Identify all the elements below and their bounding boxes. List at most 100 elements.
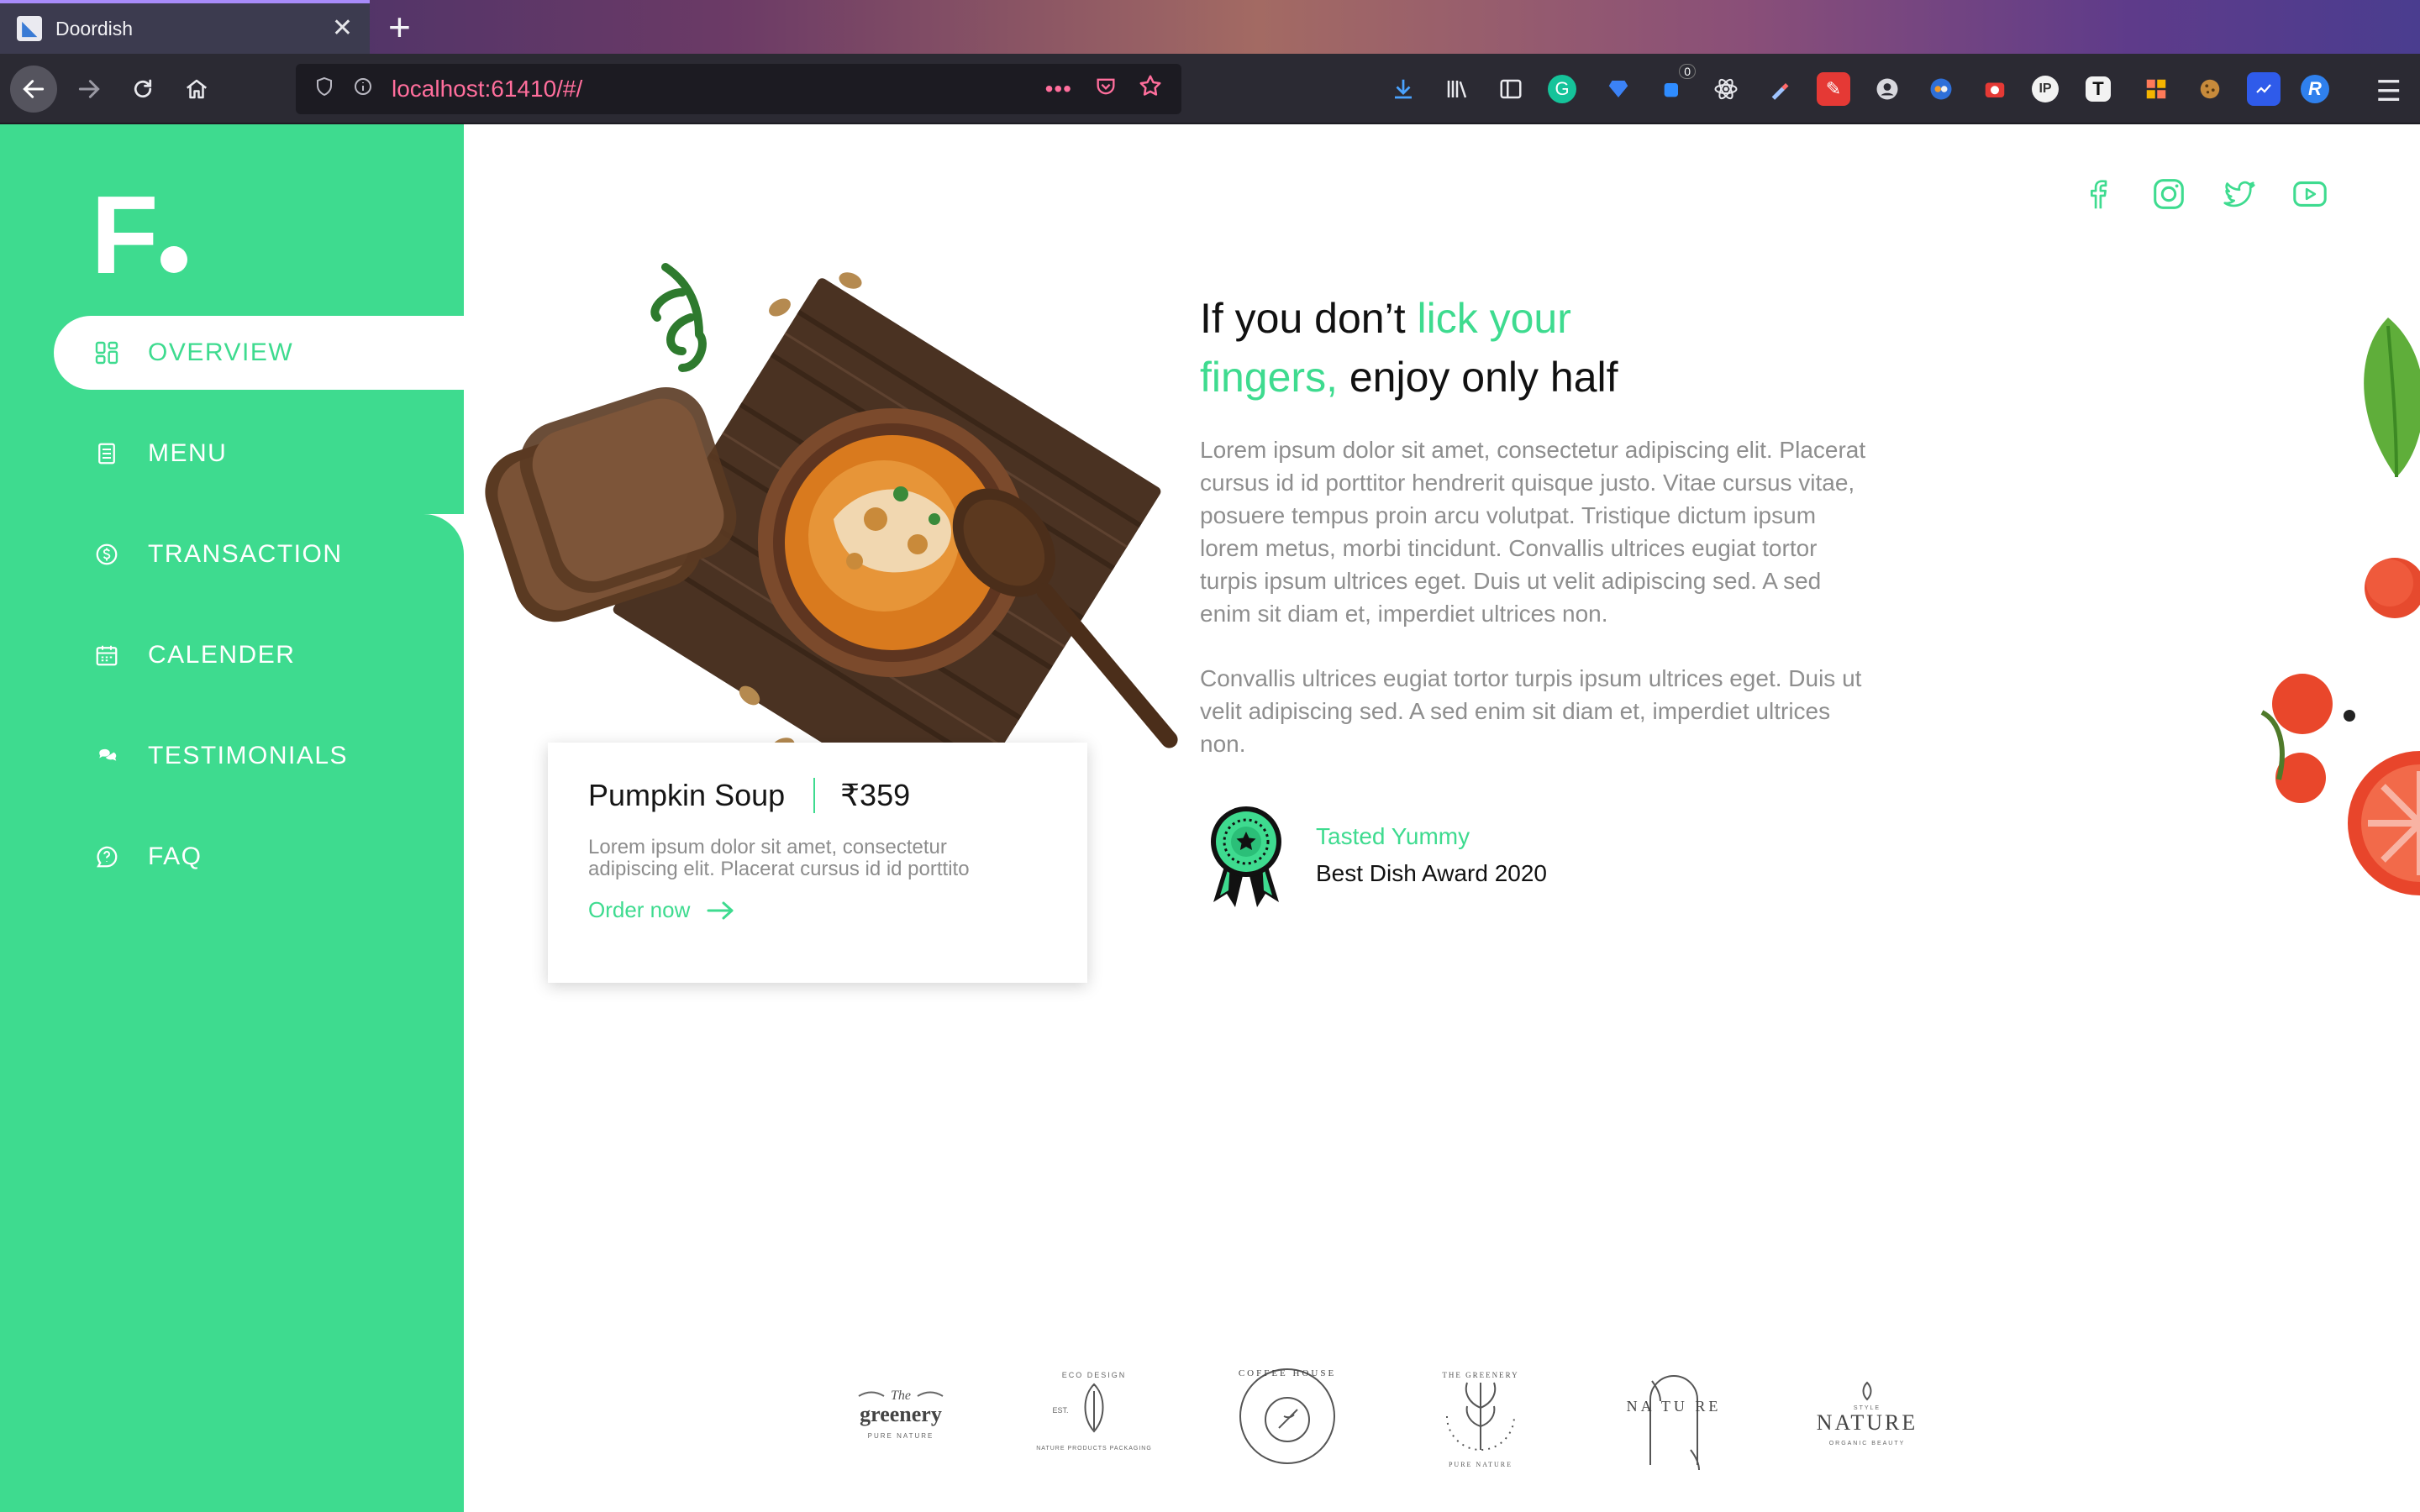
facebook-icon[interactable] xyxy=(2079,175,2118,213)
nature-organic-logo: STYLE NATURE ORGANIC BEAUTY xyxy=(1817,1381,1915,1446)
main-content: Pumpkin Soup ₹359 Lorem ipsum dolor sit … xyxy=(464,124,2420,1512)
headline-highlight-1: lick your xyxy=(1417,295,1571,342)
flutter-favicon-icon: ◣ xyxy=(17,16,42,41)
logo-letter: F xyxy=(91,173,159,297)
screenshot-tool-icon[interactable]: ✎ xyxy=(1817,72,1850,106)
home-button[interactable] xyxy=(173,66,220,113)
browser-toolbar: localhost:61410/#/ ••• G 0 ✎ IP T R ☰ xyxy=(0,54,2420,124)
svg-text:NA TU RE: NA TU RE xyxy=(1627,1398,1722,1415)
sidebar-item-label: CALENDER xyxy=(148,641,296,669)
headline-text-2: enjoy only half xyxy=(1337,354,1618,401)
eco-design-logo: ECO DESIGN EST. NATURE PRODUCTS PACKAGIN… xyxy=(1036,1371,1152,1452)
divider xyxy=(813,778,816,813)
profile-extension-icon[interactable] xyxy=(1870,72,1904,106)
instagram-icon[interactable] xyxy=(2149,175,2188,213)
camera-extension-icon[interactable] xyxy=(1978,72,2012,106)
sidebar-toggle-icon[interactable] xyxy=(1494,72,1528,106)
dish-card: Pumpkin Soup ₹359 Lorem ipsum dolor sit … xyxy=(548,743,1087,983)
sidebar-item-label: TESTIMONIALS xyxy=(148,742,349,769)
url-text[interactable]: localhost:61410/#/ xyxy=(392,76,1045,102)
the-greenery-logo: THE GREENERY PURE NATURE xyxy=(1442,1371,1518,1468)
headline-text-1: If you don’t xyxy=(1200,295,1418,342)
dish-header: Pumpkin Soup ₹359 xyxy=(588,778,1047,813)
order-now-link[interactable]: Order now xyxy=(588,897,1047,923)
award-ribbon-icon xyxy=(1211,806,1281,907)
hero-paragraph-1: Lorem ipsum dolor sit amet, consectetur … xyxy=(1200,437,1866,627)
sidebar: F OVERVIEW MENU TRANSACTION CALENDER TES… xyxy=(0,124,464,1512)
cookie-extension-icon[interactable] xyxy=(2193,72,2227,106)
svg-text:PURE NATURE: PURE NATURE xyxy=(868,1432,934,1440)
bookmark-star-icon[interactable] xyxy=(1138,73,1163,105)
page-actions-icon[interactable]: ••• xyxy=(1045,76,1072,102)
close-tab-icon[interactable]: ✕ xyxy=(332,16,353,41)
address-bar[interactable]: localhost:61410/#/ ••• xyxy=(296,64,1181,114)
chart-extension-icon[interactable] xyxy=(2247,72,2281,106)
sidebar-item-overview[interactable]: OVERVIEW xyxy=(54,316,464,390)
typora-extension-icon[interactable]: T xyxy=(2086,76,2111,102)
back-button[interactable] xyxy=(10,66,57,113)
browser-tab[interactable]: ◣ Doordish ✕ xyxy=(0,0,370,54)
svg-text:EST.: EST. xyxy=(1052,1406,1068,1415)
r-extension-icon[interactable]: R xyxy=(2301,75,2329,103)
app-menu-icon[interactable]: ☰ xyxy=(2376,77,2402,106)
reload-icon xyxy=(134,79,152,98)
sidebar-item-label: FAQ xyxy=(148,843,203,870)
downloads-icon[interactable] xyxy=(1386,72,1420,106)
browser-tab-strip: ◣ Doordish ✕ + xyxy=(0,0,2420,54)
library-icon[interactable] xyxy=(1440,72,1474,106)
svg-text:ECO DESIGN: ECO DESIGN xyxy=(1062,1371,1127,1379)
twitter-icon[interactable] xyxy=(2220,175,2259,213)
sidebar-item-menu[interactable]: MENU xyxy=(54,417,464,491)
back-arrow-icon xyxy=(23,80,45,98)
grammarly-icon[interactable]: G xyxy=(1548,75,1576,103)
react-devtools-icon[interactable] xyxy=(1709,72,1743,106)
sidebar-item-calender[interactable]: CALENDER xyxy=(54,618,464,692)
logo-dot xyxy=(160,246,187,273)
gem-extension-icon[interactable] xyxy=(1602,72,1635,106)
tracking-shield-icon[interactable] xyxy=(314,76,339,102)
dish-name: Pumpkin Soup xyxy=(588,778,786,812)
svg-text:THE GREENERY: THE GREENERY xyxy=(1442,1371,1518,1379)
dish-description: Lorem ipsum dolor sit amet, consectetur … xyxy=(588,836,970,880)
site-info-icon[interactable] xyxy=(353,76,381,102)
award-title: Tasted Yummy xyxy=(1316,823,1470,849)
dollar-coin-icon xyxy=(92,540,121,569)
sidebar-item-faq[interactable]: FAQ xyxy=(54,820,464,894)
sidebar-item-label: TRANSACTION xyxy=(148,540,343,568)
forward-arrow-icon xyxy=(78,80,100,98)
sidebar-item-transaction[interactable]: TRANSACTION xyxy=(54,517,464,591)
greenery-logo: The greenery PURE NATURE xyxy=(858,1389,944,1440)
grid-icon xyxy=(92,339,121,367)
arrow-right-icon xyxy=(707,901,734,919)
svg-text:ORGANIC BEAUTY: ORGANIC BEAUTY xyxy=(1829,1441,1906,1446)
partner-logos: The greenery PURE NATURE ECO DESIGN EST.… xyxy=(834,1357,2077,1475)
forward-button[interactable] xyxy=(66,66,113,113)
order-now-label: Order now xyxy=(588,897,691,922)
color-picker-icon[interactable] xyxy=(1763,72,1797,106)
new-tab-button[interactable]: + xyxy=(388,7,411,47)
ip-extension-icon[interactable]: IP xyxy=(2032,76,2059,102)
svg-text:COFFEE HOUSE: COFFEE HOUSE xyxy=(1239,1368,1336,1378)
youtube-icon[interactable] xyxy=(2291,175,2329,213)
dish-price: ₹359 xyxy=(840,778,911,812)
reload-button[interactable] xyxy=(119,66,166,113)
help-bubble-icon xyxy=(92,843,121,871)
brand-logo[interactable]: F xyxy=(91,180,187,291)
home-icon xyxy=(186,79,208,99)
social-links xyxy=(2079,175,2329,213)
fake-filler-icon[interactable] xyxy=(1924,72,1958,106)
award-block: Tasted Yummy Best Dish Award 2020 xyxy=(1207,803,1547,907)
apps-extension-icon[interactable] xyxy=(2139,72,2173,106)
pocket-icon[interactable] xyxy=(1094,75,1118,104)
notification-extension-icon[interactable]: 0 xyxy=(1655,64,1696,106)
svg-text:greenery: greenery xyxy=(860,1402,942,1426)
sidebar-item-testimonials[interactable]: TESTIMONIALS xyxy=(54,719,464,793)
coffee-house-logo: COFFEE HOUSE xyxy=(1239,1368,1336,1464)
vegetables-image xyxy=(2260,318,2420,895)
sidebar-item-label: OVERVIEW xyxy=(148,339,294,366)
sidebar-item-label: MENU xyxy=(148,439,228,467)
tab-title: Doordish xyxy=(55,17,134,39)
svg-text:NATURE PRODUCTS PACKAGING: NATURE PRODUCTS PACKAGING xyxy=(1036,1446,1152,1452)
chat-icon xyxy=(92,742,121,770)
svg-text:PURE NATURE: PURE NATURE xyxy=(1449,1461,1512,1468)
